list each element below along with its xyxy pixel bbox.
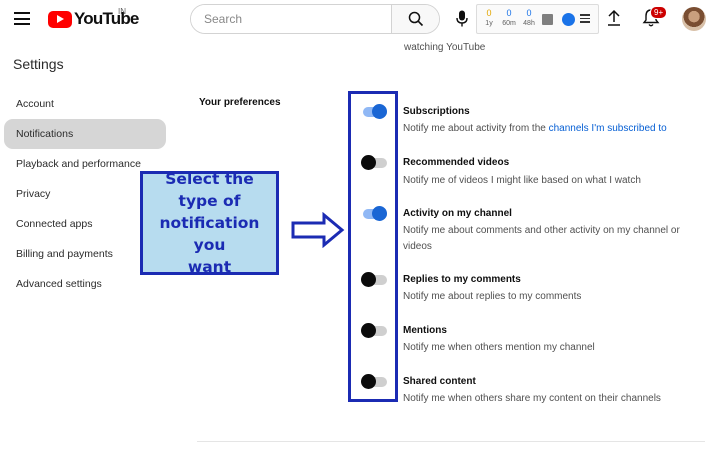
channel-activity-title: Activity on my channel bbox=[403, 208, 512, 219]
ext-stat-label: 48h bbox=[523, 20, 535, 27]
shared-content-description: Notify me when others share my content o… bbox=[403, 393, 661, 404]
extension-menu-icon[interactable] bbox=[580, 14, 590, 25]
ext-stat-label: 60m bbox=[502, 20, 516, 27]
ext-stat-value: 0 bbox=[526, 8, 532, 18]
menu-icon[interactable] bbox=[14, 12, 30, 25]
replies-title: Replies to my comments bbox=[403, 274, 521, 285]
callout-line: notification you bbox=[159, 214, 260, 254]
search-input[interactable] bbox=[191, 5, 391, 33]
channel-activity-description: Notify me about comments and other activ… bbox=[403, 225, 680, 252]
annotation-callout: Select the type of notification you want bbox=[140, 168, 279, 278]
section-description-tail: watching YouTube bbox=[404, 42, 486, 53]
subscriptions-description: Notify me about activity from the channe… bbox=[403, 121, 708, 137]
preferences-heading: Your preferences bbox=[199, 97, 281, 108]
search-bar bbox=[190, 4, 440, 34]
sidebar-item-account[interactable]: Account bbox=[4, 89, 166, 119]
ext-stat-value: 0 bbox=[506, 8, 512, 18]
callout-line: want bbox=[187, 258, 232, 276]
settings-title: Settings bbox=[13, 56, 64, 72]
top-bar: YouTube IN 0 1y 0 60m 0 48h bbox=[0, 0, 715, 38]
callout-line: type of bbox=[178, 192, 241, 210]
annotation-highlight-box bbox=[348, 91, 398, 402]
search-button[interactable] bbox=[391, 5, 439, 33]
voice-search-button[interactable] bbox=[452, 8, 472, 28]
ext-stat-value: 0 bbox=[486, 8, 492, 18]
subscribed-channels-link[interactable]: channels I'm subscribed to bbox=[549, 123, 667, 134]
ext-stat-60m: 0 60m bbox=[499, 7, 519, 29]
mentions-description: Notify me when others mention my channel bbox=[403, 342, 595, 353]
annotation-arrow-icon bbox=[291, 212, 345, 248]
shared-content-title: Shared content bbox=[403, 376, 476, 387]
recommended-videos-description: Notify me of videos I might like based o… bbox=[403, 175, 641, 186]
recommended-videos-title: Recommended videos bbox=[403, 157, 510, 168]
microphone-icon bbox=[456, 10, 468, 26]
extension-logo-icon[interactable] bbox=[562, 13, 575, 26]
youtube-play-icon bbox=[48, 10, 72, 28]
chart-icon[interactable] bbox=[542, 14, 553, 25]
ext-stat-label: 1y bbox=[485, 20, 493, 27]
region-code: IN bbox=[118, 7, 126, 16]
sidebar-item-notifications[interactable]: Notifications bbox=[4, 119, 166, 149]
extension-widget[interactable]: 0 1y 0 60m 0 48h bbox=[476, 4, 599, 34]
replies-description: Notify me about replies to my comments bbox=[403, 291, 582, 302]
callout-line: Select the bbox=[165, 170, 254, 188]
logo-text: YouTube bbox=[74, 9, 139, 28]
description-text: Notify me about activity from the bbox=[403, 123, 549, 134]
notification-count-badge: 9+ bbox=[650, 6, 668, 19]
divider bbox=[197, 441, 705, 442]
search-icon bbox=[408, 11, 423, 27]
subscriptions-title: Subscriptions bbox=[403, 106, 470, 117]
mentions-title: Mentions bbox=[403, 325, 447, 336]
avatar[interactable] bbox=[682, 7, 706, 31]
callout-text: Select the type of notification you want bbox=[143, 168, 276, 278]
upload-icon[interactable] bbox=[606, 9, 622, 27]
ext-stat-1y: 0 1y bbox=[479, 7, 499, 29]
ext-stat-48h: 0 48h bbox=[519, 7, 539, 29]
